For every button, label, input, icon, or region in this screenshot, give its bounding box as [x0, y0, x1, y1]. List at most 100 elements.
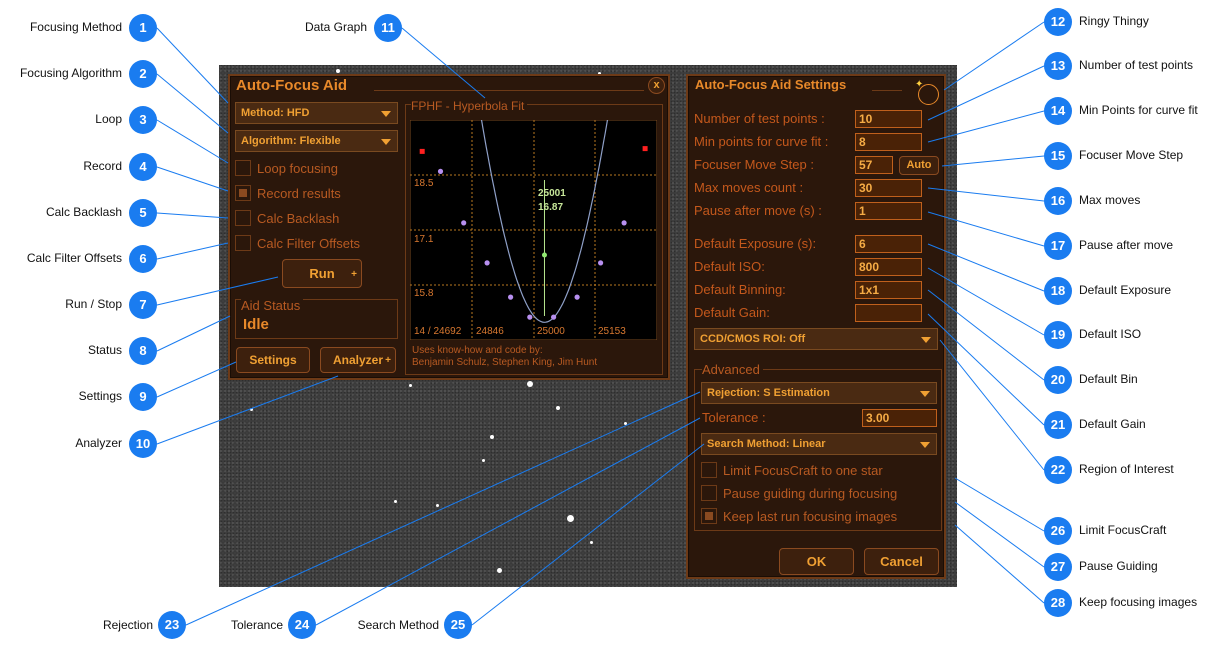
chevron-down-icon — [921, 337, 931, 343]
star — [497, 568, 502, 573]
pause-guiding-checkbox-row[interactable]: Pause guiding during focusing — [701, 483, 897, 503]
leader-line — [156, 212, 229, 219]
x-tick-label: 24846 — [476, 326, 504, 337]
min-points-field[interactable]: 8 — [855, 133, 922, 151]
plus-icon: + — [385, 355, 391, 366]
settings-button[interactable]: Settings — [236, 347, 310, 373]
settings-title-line — [872, 90, 902, 91]
gain-field[interactable] — [855, 304, 922, 322]
callout-badge: 25 — [444, 611, 472, 639]
record-results-checkbox-row[interactable]: Record results — [235, 183, 341, 203]
run-button-label: Run — [309, 266, 335, 281]
iso-field[interactable]: 800 — [855, 258, 922, 276]
advanced-group-title: Advanced — [702, 362, 763, 377]
limit-focuscraft-label: Limit FocusCraft to one star — [723, 462, 883, 478]
leader-line — [941, 155, 1045, 167]
test-points-field[interactable]: 10 — [855, 110, 922, 128]
callout-label: Analyzer — [75, 436, 122, 450]
callout-label: Calc Filter Offsets — [26, 251, 122, 265]
data-point — [437, 168, 444, 174]
record-results-checkbox[interactable] — [235, 185, 251, 201]
star — [567, 515, 574, 522]
star — [482, 459, 485, 462]
algorithm-dropdown-value: Algorithm: Flexible — [241, 135, 341, 147]
callout-label: Region of Interest — [1079, 462, 1174, 476]
calc-backlash-checkbox[interactable] — [235, 210, 251, 226]
callout-badge: 18 — [1044, 277, 1072, 305]
callout-badge: 26 — [1044, 517, 1072, 545]
tolerance-field[interactable]: 3.00 — [862, 409, 937, 427]
binning-field[interactable]: 1x1 — [855, 281, 922, 299]
star — [409, 384, 412, 387]
settings-panel-title: Auto-Focus Aid Settings — [695, 77, 847, 92]
x-tick-label: 14 / 24692 — [414, 326, 462, 337]
loop-focusing-checkbox[interactable] — [235, 160, 251, 176]
callout-label: Calc Backlash — [45, 205, 122, 219]
rejection-dropdown[interactable]: Rejection: S Estimation — [701, 382, 937, 404]
callout-label: Data Graph — [304, 20, 367, 34]
run-button[interactable]: Run + — [282, 259, 362, 288]
star — [490, 435, 494, 439]
callout-badge: 22 — [1044, 456, 1072, 484]
leader-line — [954, 477, 1045, 532]
loop-focusing-checkbox-row[interactable]: Loop focusing — [235, 158, 338, 178]
x-tick-label: 25000 — [537, 326, 565, 337]
callout-label: Status — [87, 343, 122, 357]
roi-dropdown[interactable]: CCD/CMOS ROI: Off — [694, 328, 938, 350]
data-point — [527, 314, 533, 320]
search-method-dropdown[interactable]: Search Method: Linear — [701, 433, 937, 455]
auto-button[interactable]: Auto — [899, 156, 939, 175]
leader-line — [156, 27, 229, 104]
callout-label: Search Method — [357, 618, 439, 632]
rejected-point — [419, 148, 425, 154]
binning-label: Default Binning: — [694, 282, 786, 297]
callout-label: Focusing Method — [29, 20, 122, 34]
pause-after-move-field[interactable]: 1 — [855, 202, 922, 220]
callout-badge: 9 — [129, 383, 157, 411]
callout-badge: 19 — [1044, 321, 1072, 349]
move-step-field[interactable]: 57 — [855, 156, 893, 174]
callout-label: Record — [83, 159, 122, 173]
callout-badge: 3 — [129, 106, 157, 134]
callout-badge: 11 — [374, 14, 402, 42]
keep-images-checkbox-row[interactable]: Keep last run focusing images — [701, 506, 897, 526]
search-method-dropdown-value: Search Method: Linear — [707, 438, 826, 450]
calc-filter-offsets-checkbox[interactable] — [235, 235, 251, 251]
chevron-down-icon — [920, 442, 930, 448]
callout-badge: 13 — [1044, 52, 1072, 80]
pause-guiding-label: Pause guiding during focusing — [723, 485, 898, 501]
calc-backlash-checkbox-row[interactable]: Calc Backlash — [235, 208, 339, 228]
method-dropdown-value: Method: HFD — [241, 107, 310, 119]
limit-focuscraft-checkbox-row[interactable]: Limit FocusCraft to one star — [701, 460, 883, 480]
keep-images-checkbox[interactable] — [701, 508, 717, 524]
star — [590, 541, 593, 544]
exposure-field[interactable]: 6 — [855, 235, 922, 253]
aid-status-title: Aid Status — [241, 298, 304, 313]
y-tick-label: 17.1 — [414, 234, 434, 245]
max-moves-field[interactable]: 30 — [855, 179, 922, 197]
data-point — [551, 314, 557, 320]
leader-line — [954, 524, 1045, 604]
leader-line — [156, 242, 229, 260]
leader-line — [156, 73, 229, 134]
star — [436, 504, 439, 507]
star — [624, 422, 627, 425]
limit-focuscraft-checkbox[interactable] — [701, 462, 717, 478]
credits-line-2: Benjamin Schulz, Stephen King, Jim Hunt — [412, 357, 598, 368]
pause-guiding-checkbox[interactable] — [701, 485, 717, 501]
analyzer-button[interactable]: Analyzer + — [320, 347, 396, 373]
callout-badge: 14 — [1044, 97, 1072, 125]
ok-button[interactable]: OK — [779, 548, 854, 575]
callout-badge: 17 — [1044, 232, 1072, 260]
close-button[interactable]: x — [648, 77, 665, 94]
algorithm-dropdown[interactable]: Algorithm: Flexible — [235, 130, 398, 152]
star — [250, 408, 253, 411]
calc-filter-offsets-label: Calc Filter Offsets — [257, 235, 361, 251]
record-results-label: Record results — [257, 185, 341, 201]
aid-title-line — [374, 90, 644, 91]
chevron-down-icon — [920, 391, 930, 397]
calc-filter-offsets-checkbox-row[interactable]: Calc Filter Offsets — [235, 233, 360, 253]
callout-badge: 12 — [1044, 8, 1072, 36]
method-dropdown[interactable]: Method: HFD — [235, 102, 398, 124]
cancel-button[interactable]: Cancel — [864, 548, 939, 575]
